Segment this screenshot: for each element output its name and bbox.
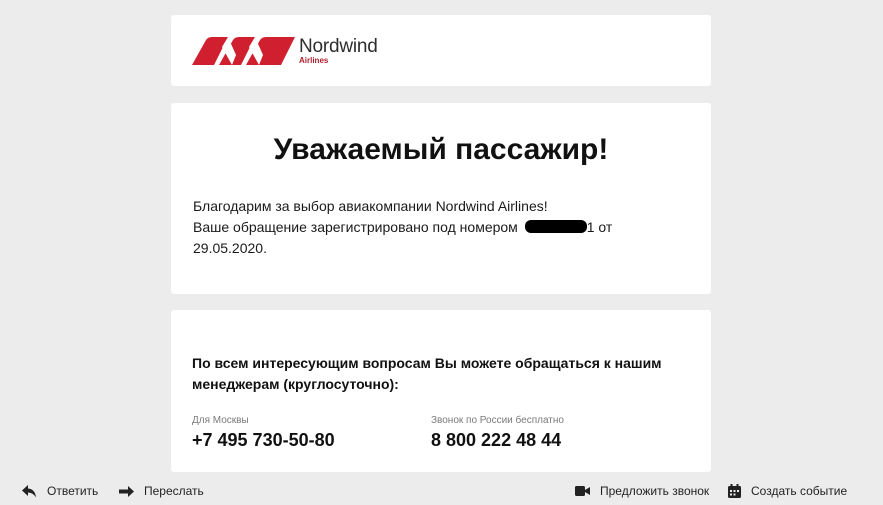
forward-button[interactable]: Переслать (119, 484, 204, 498)
greeting-line-1: Благодарим за выбор авиакомпании Nordwin… (193, 198, 548, 214)
nordwind-logo-icon (192, 36, 295, 65)
ticket-date: 29.05.2020. (193, 240, 267, 256)
brand-logo: Nordwind Airlines (192, 35, 378, 66)
calendar-icon (728, 484, 741, 498)
reply-icon (22, 484, 36, 497)
email-view: Nordwind Airlines Уважаемый пассажир! Бл… (0, 0, 883, 505)
logo-card: Nordwind Airlines (171, 15, 711, 86)
contacts-heading: По всем интересующим вопросам Вы можете … (192, 355, 662, 392)
redacted-ticket-number (524, 220, 587, 233)
reply-button[interactable]: Ответить (22, 484, 98, 498)
video-camera-icon (575, 486, 590, 496)
reply-label: Ответить (47, 484, 99, 498)
forward-icon (119, 485, 134, 497)
contact-russia: Звонок по России бесплатно 8 800 222 48 … (431, 415, 564, 451)
contacts-card: По всем интересующим вопросам Вы можете … (171, 310, 711, 472)
greeting-title: Уважаемый пассажир! (273, 133, 609, 166)
contact-phone[interactable]: +7 495 730-50-80 (192, 430, 335, 451)
contact-phone[interactable]: 8 800 222 48 44 (431, 430, 564, 451)
create-event-button[interactable]: Создать событие (728, 484, 847, 498)
brand-name: Nordwind (299, 35, 378, 57)
email-toolbar: Ответить Переслать Предложить звонок Соз… (0, 478, 883, 505)
greeting-body: Благодарим за выбор авиакомпании Nordwin… (193, 196, 633, 259)
greeting-line-2: Ваше обращение зарегистрировано под номе… (193, 217, 633, 238)
contact-label: Для Москвы (192, 415, 249, 426)
suggest-call-label: Предложить звонок (600, 484, 710, 498)
contact-label: Звонок по России бесплатно (431, 415, 564, 426)
greeting-card: Уважаемый пассажир! Благодарим за выбор … (171, 103, 711, 294)
contact-moscow: Для Москвы +7 495 730-50-80 (192, 415, 335, 451)
suggest-call-button[interactable]: Предложить звонок (575, 484, 709, 498)
brand-sub: Airlines (299, 55, 329, 65)
ticket-suffix: 1 от (586, 219, 613, 235)
ticket-prefix: Ваше обращение зарегистрировано под номе… (193, 219, 522, 235)
forward-label: Переслать (144, 484, 204, 498)
create-event-label: Создать событие (751, 484, 848, 498)
